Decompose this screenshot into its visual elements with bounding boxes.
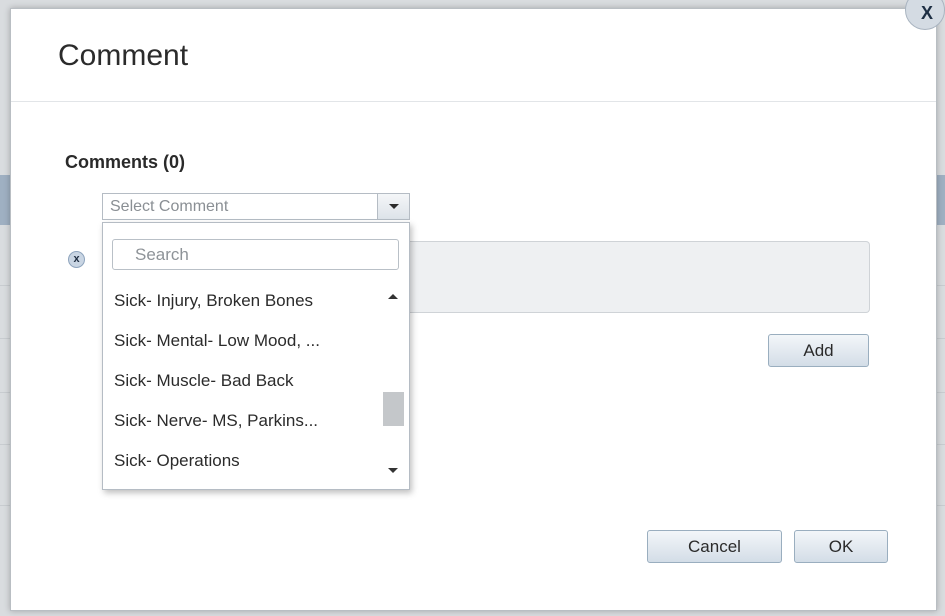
- dropdown-item[interactable]: Sick- Muscle- Bad Back: [103, 361, 381, 401]
- ok-button[interactable]: OK: [794, 530, 888, 563]
- background-header-edge: [937, 175, 945, 225]
- dropdown-scrollbar[interactable]: [381, 285, 405, 481]
- dialog-header: Comment: [11, 9, 936, 102]
- dropdown-list: Sick- Injury, Broken Bones Sick- Mental-…: [103, 281, 381, 486]
- comment-text-field[interactable]: [410, 241, 870, 313]
- dropdown-search-input[interactable]: Search: [112, 239, 399, 270]
- dialog-title: Comment: [58, 39, 189, 72]
- dropdown-item[interactable]: Sick- Mental- Low Mood, ...: [103, 321, 381, 361]
- cancel-button[interactable]: Cancel: [647, 530, 782, 563]
- chevron-down-icon: [388, 204, 399, 209]
- dropdown-item[interactable]: Sick- Nerve- MS, Parkins...: [103, 401, 381, 441]
- chevron-up-icon: [388, 293, 398, 299]
- dropdown-search-placeholder: Search: [135, 245, 189, 264]
- comment-select[interactable]: Select Comment: [102, 193, 410, 220]
- close-icon: X: [920, 2, 933, 23]
- dropdown-item[interactable]: Sick- Injury, Broken Bones: [103, 281, 381, 321]
- background-header-edge: [0, 175, 10, 225]
- scroll-down-button[interactable]: [381, 459, 405, 481]
- scrollbar-thumb[interactable]: [383, 392, 404, 426]
- remove-comment-glyph: x: [73, 253, 80, 265]
- chevron-down-icon: [388, 467, 398, 473]
- add-button[interactable]: Add: [768, 334, 869, 367]
- remove-comment-icon[interactable]: x: [68, 251, 85, 268]
- comment-select-value: Select Comment: [110, 198, 229, 215]
- comment-dropdown: Search Sick- Injury, Broken Bones Sick- …: [102, 222, 410, 490]
- select-arrow-button[interactable]: [377, 194, 409, 219]
- scroll-up-button[interactable]: [381, 285, 405, 307]
- dropdown-item[interactable]: Sick- Operations: [103, 441, 381, 481]
- comments-heading: Comments (0): [65, 152, 186, 172]
